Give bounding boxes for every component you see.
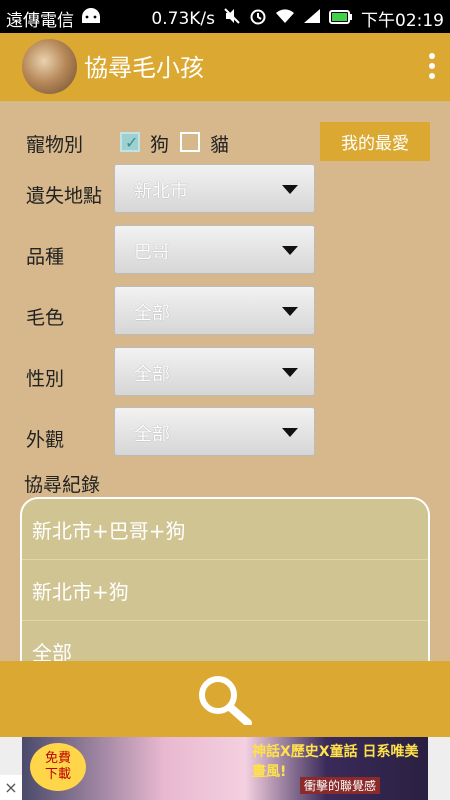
network-speed: 0.73K/s [151,8,215,29]
ad-banner[interactable]: × 免費 下載 神話X歷史X童話 日系唯美畫風! 衝擊的聯覺感 [0,737,450,800]
color-label: 毛色 [26,307,65,329]
favorites-button[interactable]: 我的最愛 [320,122,430,161]
appearance-dropdown[interactable]: 全部 [114,407,315,456]
wifi-icon [275,8,295,29]
appearance-label: 外觀 [26,429,65,451]
dropdown-arrow-icon [282,246,298,255]
color-value: 全部 [134,303,170,324]
breed-label: 品種 [26,246,65,268]
location-label: 遺失地點 [26,185,103,207]
history-item[interactable]: 新北市+狗 [22,560,428,621]
search-button[interactable] [0,661,450,737]
dropdown-arrow-icon [282,307,298,316]
free-label: 免費 [44,751,71,766]
battery-icon [329,9,353,29]
location-dropdown[interactable]: 新北市 [114,164,315,213]
ad-image[interactable]: 免費 下載 神話X歷史X童話 日系唯美畫風! 衝擊的聯覺感 [22,737,428,800]
color-dropdown[interactable]: 全部 [114,286,315,335]
android-icon [80,8,102,29]
dropdown-arrow-icon [282,185,298,194]
free-download-badge: 免費 下載 [30,743,86,791]
dropdown-arrow-icon [282,368,298,377]
alarm-icon [249,7,267,30]
app-bar: 協尋毛小孩 [0,33,450,101]
gender-value: 全部 [134,364,170,385]
breed-dropdown[interactable]: 巴哥 [114,225,315,274]
history-title: 協尋紀錄 [24,474,101,496]
ad-headline: 神話X歷史X童話 日系唯美畫風! [252,744,419,780]
gender-dropdown[interactable]: 全部 [114,347,315,396]
history-list: 新北市+巴哥+狗 新北市+狗 全部 [20,497,430,667]
cat-checkbox[interactable] [180,132,200,152]
gender-label: 性別 [26,368,65,390]
checkmark-icon: ✓ [125,133,139,152]
carrier-name: 遠傳電信 [6,11,74,31]
dropdown-arrow-icon [282,428,298,437]
breed-value: 巴哥 [134,242,170,263]
location-value: 新北市 [134,181,188,202]
dog-label: 狗 [150,134,170,156]
appearance-value: 全部 [134,424,170,445]
search-icon [199,676,252,725]
mute-icon [223,7,241,30]
download-label: 下載 [44,767,71,782]
ad-subtitle: 衝擊的聯覺感 [300,777,381,794]
ad-close-icon[interactable]: × [0,775,22,800]
dog-checkbox[interactable]: ✓ [120,132,140,152]
app-title: 協尋毛小孩 [84,54,204,82]
cat-label: 貓 [210,134,230,156]
overflow-menu-icon[interactable] [428,53,436,81]
cat-avatar[interactable] [22,39,77,94]
status-bar: 遠傳電信 0.73K/s 下午02:19 [0,0,450,33]
signal-icon [303,8,321,29]
clock: 下午02:19 [361,11,444,31]
history-item[interactable]: 新北市+巴哥+狗 [22,499,428,560]
pet-type-label: 寵物別 [26,134,84,156]
